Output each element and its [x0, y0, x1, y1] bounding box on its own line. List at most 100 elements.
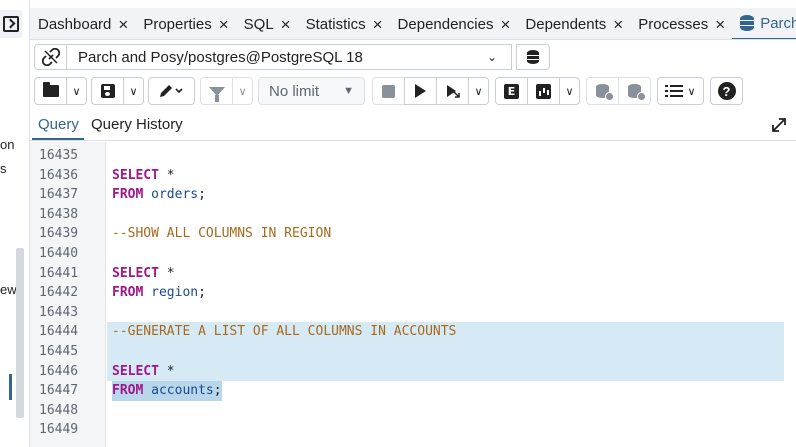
help-button[interactable]: ? [710, 77, 743, 105]
tab-query[interactable]: Query [38, 116, 79, 133]
query-tool-icon[interactable] [0, 10, 22, 38]
chevron-down-icon: ∨ [238, 85, 247, 98]
code-text[interactable]: SELECT * [112, 362, 175, 382]
editor-line: 16449 [30, 420, 796, 440]
filter-icon [208, 86, 225, 102]
commit-button[interactable] [586, 77, 619, 105]
line-number: 16446 [39, 363, 79, 379]
tab-properties[interactable]: Properties × [135, 8, 235, 39]
editor-line-selected: 16447 FROM accounts; [30, 381, 796, 401]
line-number: 16442 [39, 285, 79, 301]
tab-dashboard[interactable]: Dashboard × [30, 8, 135, 39]
save-button[interactable] [91, 77, 124, 105]
chevron-down-icon: ∨ [687, 85, 696, 98]
execute-button[interactable] [404, 77, 437, 105]
close-icon[interactable]: × [613, 16, 623, 33]
rollback-button[interactable] [618, 77, 651, 105]
stop-button[interactable] [372, 77, 405, 105]
close-icon[interactable]: × [219, 16, 229, 33]
execute-options-button[interactable] [436, 77, 469, 105]
chevron-down-icon: ⌄ [486, 50, 497, 64]
connection-label: Parch and Posy/postgres@PostgreSQL 18 [78, 48, 363, 66]
connection-status-button[interactable] [34, 44, 66, 70]
chevron-down-icon: ∨ [129, 85, 138, 98]
close-icon[interactable]: × [118, 16, 128, 33]
tree-item-fragment[interactable]: on [0, 137, 14, 152]
close-icon[interactable]: × [281, 16, 291, 33]
line-number: 16445 [39, 344, 79, 359]
line-number: 16441 [39, 265, 79, 281]
tab-query-history[interactable]: Query History [91, 116, 183, 133]
row-limit-value: No limit [269, 82, 320, 100]
sql-editor[interactable]: 16435 16436 SELECT * 16437 FROM orders; … [30, 142, 796, 447]
open-file-dropdown[interactable]: ∨ [66, 77, 87, 105]
row-limit-select[interactable]: No limit ▼ [258, 77, 365, 105]
tab-statistics[interactable]: Statistics × [298, 8, 390, 39]
tab-label: Statistics [305, 15, 366, 33]
new-connection-button[interactable] [516, 44, 550, 70]
tree-scrollbar[interactable] [16, 248, 24, 418]
close-icon[interactable]: × [715, 16, 725, 33]
tree-item-fragment[interactable]: s [0, 161, 7, 176]
close-icon[interactable]: × [500, 16, 510, 33]
selection-highlight [107, 361, 784, 382]
code-text[interactable]: FROM accounts; [112, 381, 222, 401]
database-icon [740, 15, 755, 31]
explain-dropdown[interactable]: ∨ [559, 77, 580, 105]
tab-dependencies[interactable]: Dependencies × [390, 8, 518, 39]
tab-dependents[interactable]: Dependents × [517, 8, 630, 39]
editor-line: 16438 [30, 205, 796, 225]
tab-label: Dashboard [38, 15, 112, 33]
editor-line-selected: 16445 [30, 342, 796, 362]
edit-button[interactable] [148, 77, 195, 105]
line-number: 16449 [39, 422, 79, 438]
filter-dropdown[interactable]: ∨ [232, 77, 253, 105]
line-number: 16443 [39, 304, 79, 320]
code-text[interactable]: SELECT * [112, 264, 175, 284]
editor-subtabs: Query Query History [30, 110, 796, 141]
tab-label: Dependencies [397, 15, 494, 33]
line-number: 16444 [39, 324, 79, 340]
explain-button[interactable]: E [495, 77, 528, 105]
link-icon [41, 48, 60, 66]
editor-line: 16435 [30, 146, 796, 166]
expand-icon[interactable] [770, 116, 788, 134]
line-number: 16437 [39, 187, 79, 203]
stop-icon [382, 84, 395, 98]
selection-highlight [107, 342, 784, 362]
tab-processes[interactable]: Processes × [630, 8, 732, 39]
active-tab-indicator [32, 138, 84, 140]
close-icon[interactable]: × [373, 16, 383, 33]
tab-query-tool[interactable]: Parch and [732, 8, 796, 39]
execute-dropdown[interactable]: ∨ [468, 77, 489, 105]
explain-icon: E [504, 83, 519, 99]
tab-label: Parch and [760, 14, 796, 32]
editor-line-selected: 16444 --GENERATE A LIST OF ALL COLUMNS I… [30, 322, 796, 342]
query-toolbar: ∨ ∨ ∨ No limit ▼ ∨ E ∨ ∨ ? [30, 74, 796, 110]
pencil-icon [159, 85, 183, 97]
open-file-button[interactable] [34, 77, 67, 105]
play-icon [415, 84, 426, 98]
line-number: 16438 [39, 206, 79, 222]
line-number: 16439 [39, 226, 79, 242]
execute-script-icon [446, 85, 460, 98]
explain-analyze-button[interactable] [527, 77, 560, 105]
editor-line: 16437 FROM orders; [30, 185, 796, 205]
list-icon [665, 85, 684, 97]
connection-bar: Parch and Posy/postgres@PostgreSQL 18 ⌄ [30, 40, 796, 74]
chevron-down-icon: ∨ [474, 85, 483, 98]
save-dropdown[interactable]: ∨ [123, 77, 144, 105]
filter-button[interactable] [200, 77, 233, 105]
editor-line: 16436 SELECT * [30, 166, 796, 186]
code-comment[interactable]: --SHOW ALL COLUMNS IN REGION [112, 224, 331, 244]
tab-label: Dependents [525, 15, 607, 33]
code-comment[interactable]: --GENERATE A LIST OF ALL COLUMNS IN ACCO… [112, 322, 456, 342]
tab-sql[interactable]: SQL × [236, 8, 298, 39]
connection-select[interactable]: Parch and Posy/postgres@PostgreSQL 18 ⌄ [66, 44, 512, 70]
code-text[interactable]: FROM region; [112, 283, 206, 303]
tree-item-fragment[interactable]: ew [0, 282, 17, 297]
code-text[interactable]: SELECT * [112, 166, 175, 186]
code-text[interactable]: FROM orders; [112, 185, 206, 205]
macros-button[interactable]: ∨ [657, 77, 704, 105]
line-number: 16436 [39, 167, 79, 183]
